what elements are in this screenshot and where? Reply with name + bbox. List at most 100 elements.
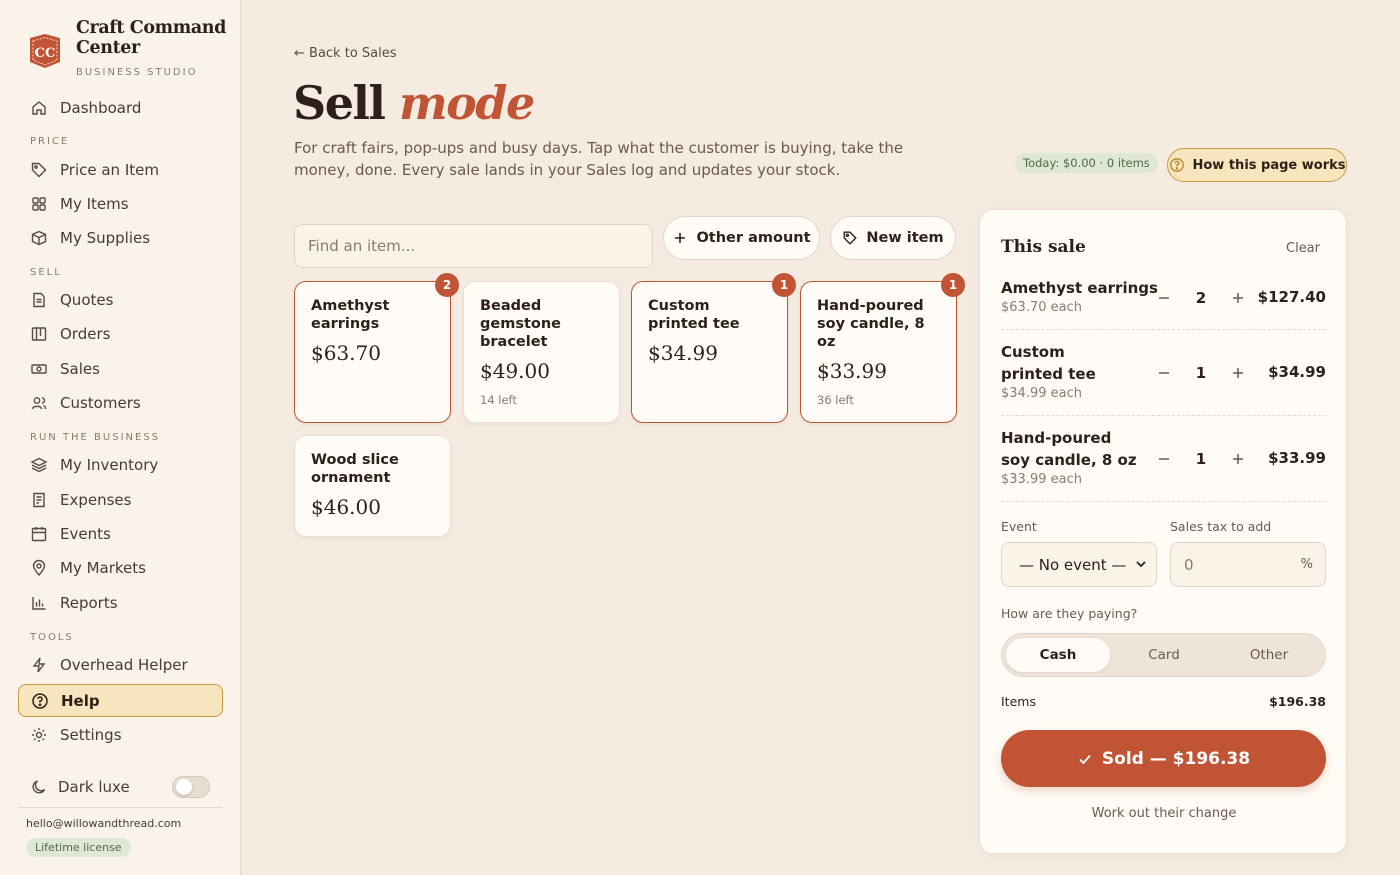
brand-subtitle: BUSINESS STUDIO (76, 67, 198, 78)
plus-icon[interactable] (1230, 365, 1246, 381)
nav-label: Help (61, 691, 100, 710)
nav-orders[interactable]: Orders (18, 317, 223, 350)
sales-tax-input[interactable]: 0 % (1170, 542, 1326, 587)
product-card-beaded-gemstone-bracelet[interactable]: Beaded gemstone bracelet $49.00 14 left (463, 281, 620, 423)
quantity-stepper: 2 (1156, 289, 1246, 307)
nav-dashboard[interactable]: Dashboard (18, 91, 223, 124)
nav-help[interactable]: Help (18, 684, 223, 717)
product-name: Beaded gemstone bracelet (480, 298, 562, 350)
brand[interactable]: CC Craft Command Center BUSINESS STUDIO (26, 18, 226, 78)
plus-icon (672, 230, 688, 246)
brand-name: Craft Command Center (76, 18, 226, 58)
line-item-total: $33.99 (1268, 449, 1326, 467)
line-item-quantity: 1 (1195, 364, 1207, 382)
product-name: Hand-poured soy candle, 8 oz (817, 298, 925, 350)
payment-option-cash[interactable]: Cash (1006, 638, 1110, 672)
minus-icon[interactable] (1156, 365, 1172, 381)
nav-label: Price an Item (60, 160, 159, 179)
dark-mode-toggle[interactable] (172, 776, 210, 798)
nav-overhead-helper[interactable]: Overhead Helper (18, 648, 223, 681)
product-card-soy-candle[interactable]: Hand-poured soy candle, 8 oz $33.99 36 l… (800, 273, 965, 423)
items-total-row: Items $196.38 (1001, 694, 1326, 709)
item-search-input[interactable] (294, 224, 653, 268)
nav-my-supplies[interactable]: My Supplies (18, 221, 223, 254)
other-amount-button[interactable]: Other amount (663, 216, 820, 260)
percent-unit: % (1300, 557, 1313, 572)
gear-icon (30, 726, 48, 744)
nav-section-tools: TOOLS (30, 632, 74, 643)
sold-button-label: Sold — $196.38 (1101, 748, 1251, 769)
items-total-value: $196.38 (1269, 694, 1326, 709)
dark-mode-label: Dark luxe (58, 778, 130, 796)
nav-label: Customers (60, 393, 141, 412)
home-icon (30, 99, 48, 117)
today-summary-badge: Today: $0.00 · 0 items (1015, 153, 1158, 173)
layers-icon (30, 456, 48, 474)
sales-tax-label: Sales tax to add (1170, 519, 1272, 534)
nav-label: Events (60, 524, 111, 543)
moon-icon (30, 778, 48, 796)
nav-label: My Inventory (60, 455, 159, 474)
nav-settings[interactable]: Settings (18, 718, 223, 751)
nav-section-price: PRICE (30, 136, 70, 147)
new-item-button[interactable]: New item (830, 216, 956, 260)
receipt-icon (30, 491, 48, 509)
nav-my-markets[interactable]: My Markets (18, 551, 223, 584)
quantity-stepper: 1 (1156, 450, 1246, 468)
dark-mode-row: Dark luxe (30, 774, 210, 800)
lightning-icon (30, 656, 48, 674)
event-select[interactable]: — No event — (1001, 542, 1157, 587)
minus-icon[interactable] (1156, 451, 1172, 467)
nav-section-sell: SELL (30, 267, 62, 278)
minus-icon[interactable] (1156, 290, 1172, 306)
product-name: Amethyst earrings (311, 298, 390, 332)
product-card-custom-printed-tee[interactable]: Custom printed tee $34.99 1 (631, 273, 796, 423)
nav-label: My Items (60, 194, 129, 213)
nav-price-an-item[interactable]: Price an Item (18, 153, 223, 186)
page-title-accent: mode (398, 76, 535, 130)
cash-icon (30, 360, 48, 378)
product-name: Wood slice ornament (311, 452, 399, 486)
product-card-wood-slice-ornament[interactable]: Wood slice ornament $46.00 (294, 435, 451, 537)
nav-section-run: RUN THE BUSINESS (30, 432, 161, 443)
line-item-total: $127.40 (1257, 288, 1326, 306)
chevron-down-icon (1134, 557, 1148, 571)
line-item-quantity: 1 (1195, 450, 1207, 468)
work-out-change-link[interactable]: Work out their change (980, 806, 1348, 821)
product-price: $46.00 (311, 495, 381, 519)
nav-customers[interactable]: Customers (18, 386, 223, 419)
board-icon (30, 325, 48, 343)
nav-my-items[interactable]: My Items (18, 187, 223, 220)
nav-reports[interactable]: Reports (18, 586, 223, 619)
sales-tax-placeholder: 0 (1184, 555, 1194, 574)
nav-label: Dashboard (60, 98, 142, 117)
product-card-amethyst-earrings[interactable]: Amethyst earrings $63.70 2 (294, 273, 459, 423)
users-icon (30, 394, 48, 412)
sidebar: CC Craft Command Center BUSINESS STUDIO … (0, 0, 241, 875)
how-this-page-works-button[interactable]: How this page works (1167, 148, 1347, 182)
nav-expenses[interactable]: Expenses (18, 483, 223, 516)
nav-sales[interactable]: Sales (18, 352, 223, 385)
clear-sale-button[interactable]: Clear (1286, 241, 1320, 256)
payment-option-card[interactable]: Card (1112, 638, 1216, 672)
cart-count-badge: 2 (435, 273, 459, 297)
plus-icon[interactable] (1230, 290, 1246, 306)
plus-icon[interactable] (1230, 451, 1246, 467)
bar-chart-icon (30, 594, 48, 612)
nav-label: Expenses (60, 490, 132, 509)
nav-my-inventory[interactable]: My Inventory (18, 448, 223, 481)
back-to-sales-link[interactable]: ← Back to Sales (294, 46, 397, 61)
sold-button[interactable]: Sold — $196.38 (1001, 730, 1326, 787)
how-button-label: How this page works (1192, 157, 1346, 173)
license-badge: Lifetime license (26, 838, 131, 857)
brand-logo-icon: CC (26, 32, 64, 70)
page-title-main: Sell (293, 76, 386, 130)
nav-events[interactable]: Events (18, 517, 223, 550)
tag-icon (30, 161, 48, 179)
payment-option-other[interactable]: Other (1217, 638, 1321, 672)
nav-quotes[interactable]: Quotes (18, 283, 223, 316)
check-icon (1077, 751, 1093, 767)
grid-icon (30, 195, 48, 213)
product-price: $34.99 (648, 341, 718, 365)
product-price: $33.99 (817, 359, 887, 383)
